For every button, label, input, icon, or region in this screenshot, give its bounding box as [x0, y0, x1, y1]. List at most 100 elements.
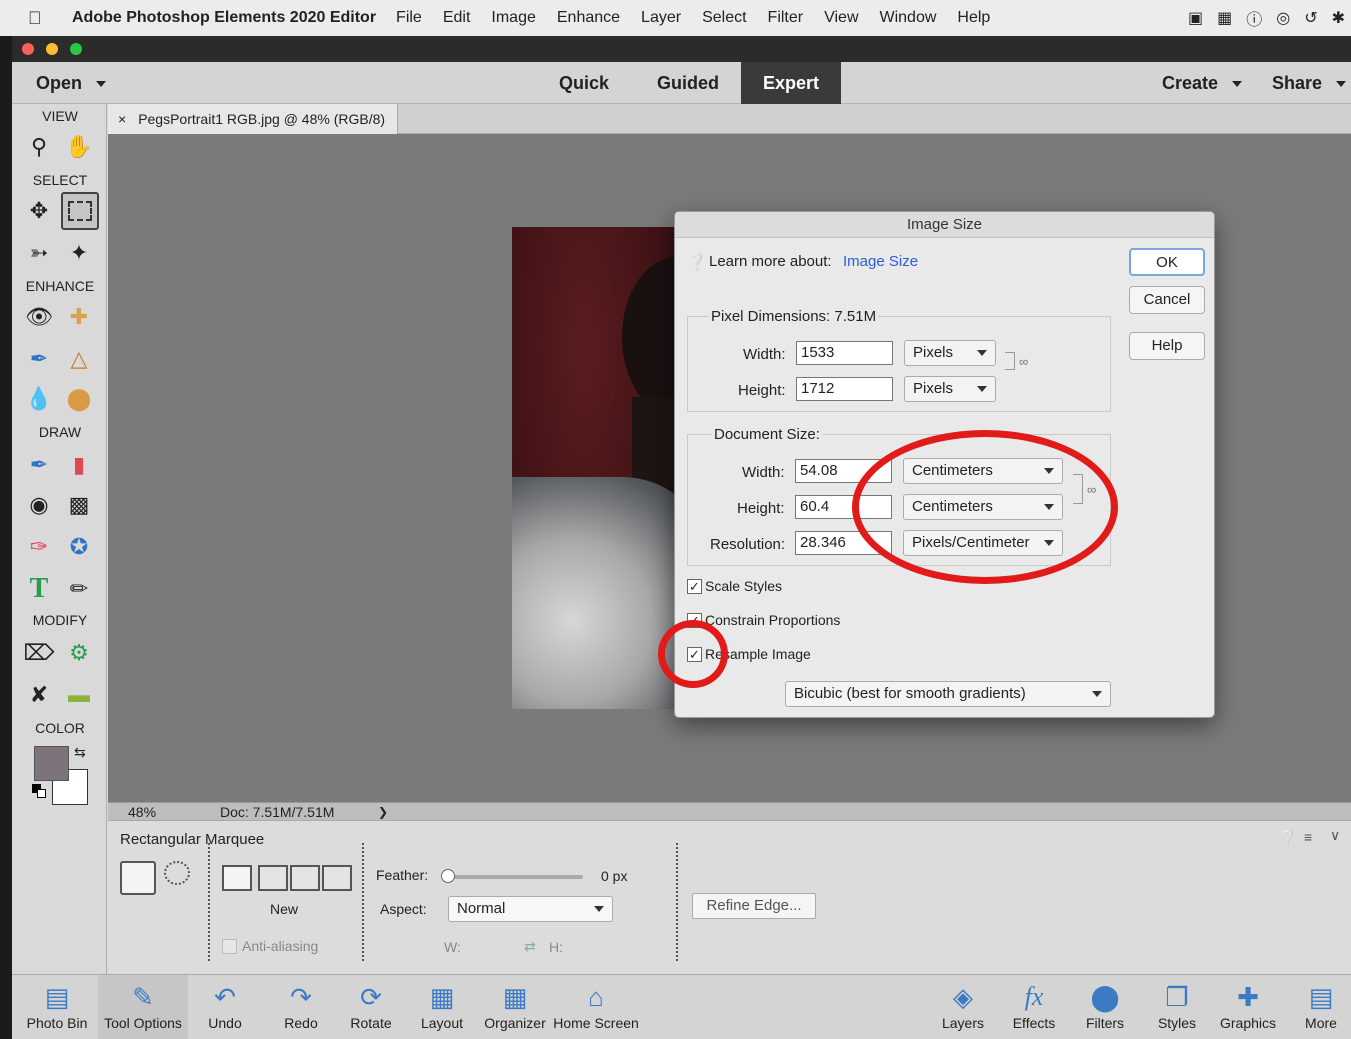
panel-menu-icon[interactable]: ≡ [1304, 829, 1312, 845]
move-tool-icon[interactable]: ✥ [20, 192, 58, 230]
feather-slider[interactable] [441, 869, 583, 883]
help-button[interactable]: Help [1129, 332, 1205, 360]
close-window-button[interactable] [22, 43, 34, 55]
menu-view[interactable]: View [824, 9, 858, 27]
red-eye-tool-icon[interactable]: 👁 [20, 298, 58, 336]
hand-tool-icon[interactable]: ✋ [60, 128, 98, 166]
anti-aliasing-checkbox[interactable] [222, 939, 237, 954]
menu-image[interactable]: Image [491, 9, 535, 27]
type-tool-icon[interactable]: T [20, 570, 58, 608]
recompose-tool-icon[interactable]: ⚙ [60, 634, 98, 672]
straighten-tool-icon[interactable]: ▬ [60, 676, 98, 714]
feather-slider-handle[interactable] [441, 869, 455, 883]
swap-wh-icon[interactable]: ⇄ [524, 938, 536, 955]
info-icon[interactable]: ⓘ [1246, 6, 1262, 30]
tab-expert[interactable]: Expert [741, 62, 842, 104]
undo-button[interactable]: ↶ Undo [198, 975, 252, 1039]
blur-tool-icon[interactable]: 💧 [20, 380, 58, 418]
doc-height-input[interactable]: 60.4 [795, 495, 892, 519]
clone-stamp-icon[interactable]: △ [60, 340, 98, 378]
px-width-unit-dropdown[interactable]: Pixels [904, 340, 996, 366]
home-screen-button[interactable]: ⌂ Home Screen [550, 975, 642, 1039]
refine-edge-button[interactable]: Refine Edge... [692, 893, 816, 919]
eraser-tool-icon[interactable]: ▮ [60, 446, 98, 484]
aspect-dropdown[interactable]: Normal [448, 896, 613, 922]
resample-image-checkbox[interactable]: ✓ [687, 647, 702, 662]
photo-bin-button[interactable]: ▤ Photo Bin [22, 975, 92, 1039]
zoom-window-button[interactable] [70, 43, 82, 55]
styles-button[interactable]: ❐ Styles [1150, 975, 1204, 1039]
menu-help[interactable]: Help [957, 9, 990, 27]
magic-wand-icon[interactable]: ✦ [60, 234, 98, 272]
help-icon[interactable]: ❔ [1278, 829, 1298, 849]
share-button[interactable]: Share [1272, 62, 1347, 104]
foreground-color-swatch[interactable] [34, 746, 69, 781]
resolution-input[interactable]: 28.346 [795, 531, 892, 555]
collapse-chevron-icon[interactable]: ∨ [1330, 827, 1340, 844]
filters-button[interactable]: ⬤ Filters [1078, 975, 1132, 1039]
doc-info[interactable]: Doc: 7.51M/7.51M [220, 803, 334, 821]
open-button[interactable]: Open [36, 62, 107, 104]
doc-width-input[interactable]: 54.08 [795, 459, 892, 483]
menu-enhance[interactable]: Enhance [557, 9, 620, 27]
custom-shape-icon[interactable]: ✪ [60, 528, 98, 566]
tab-quick[interactable]: Quick [559, 62, 609, 104]
smart-brush-icon[interactable]: ✒ [20, 340, 58, 378]
ok-button[interactable]: OK [1129, 248, 1205, 276]
paint-bucket-icon[interactable]: ◉ [20, 486, 58, 524]
rect-marquee-option-icon[interactable] [120, 861, 156, 895]
create-button[interactable]: Create [1162, 62, 1243, 104]
lasso-tool-icon[interactable]: ➳ [20, 234, 58, 272]
swap-colors-icon[interactable]: ⇆ [74, 744, 86, 761]
bluetooth-icon[interactable]: ✱ [1332, 8, 1345, 28]
crop-tool-icon[interactable]: ⌦ [20, 634, 58, 672]
tab-guided[interactable]: Guided [657, 62, 719, 104]
add-selection-icon[interactable] [258, 865, 288, 891]
spot-healing-icon[interactable]: ✚ [60, 298, 98, 336]
gradient-tool-icon[interactable]: ▩ [60, 486, 98, 524]
menu-select[interactable]: Select [702, 9, 746, 27]
new-selection-icon[interactable] [222, 865, 252, 891]
document-tab[interactable]: × PegsPortrait1 RGB.jpg @ 48% (RGB/8) [108, 104, 398, 134]
minimize-window-button[interactable] [46, 43, 58, 55]
image-size-help-link[interactable]: Image Size [843, 253, 918, 270]
redo-button[interactable]: ↷ Redo [274, 975, 328, 1039]
resample-method-dropdown[interactable]: Bicubic (best for smooth gradients) [785, 681, 1111, 707]
px-height-input[interactable]: 1712 [796, 377, 893, 401]
menu-filter[interactable]: Filter [768, 9, 804, 27]
apple-icon[interactable]:  [28, 8, 64, 29]
doc-height-unit-dropdown[interactable]: Centimeters [903, 494, 1063, 520]
menu-edit[interactable]: Edit [443, 9, 471, 27]
video-icon[interactable]: ▣ [1188, 8, 1203, 28]
layout-button[interactable]: ▦ Layout [415, 975, 469, 1039]
doc-width-unit-dropdown[interactable]: Centimeters [903, 458, 1063, 484]
sponge-tool-icon[interactable]: ⬤ [60, 380, 98, 418]
constrain-proportions-checkbox[interactable]: ✓ [687, 613, 702, 628]
menu-window[interactable]: Window [880, 9, 937, 27]
close-icon[interactable]: × [118, 111, 126, 127]
more-button[interactable]: ▤ More [1296, 975, 1346, 1039]
eyedropper-icon[interactable]: ✑ [20, 528, 58, 566]
time-machine-icon[interactable]: ↺ [1304, 8, 1317, 28]
cancel-button[interactable]: Cancel [1129, 286, 1205, 314]
app-status-icon[interactable]: ▦ [1217, 8, 1232, 28]
creative-cloud-icon[interactable]: ◎ [1276, 8, 1290, 28]
chevron-right-icon[interactable]: ❯ [378, 803, 388, 821]
pencil-tool-icon[interactable]: ✏ [60, 570, 98, 608]
intersect-selection-icon[interactable] [322, 865, 352, 891]
elliptical-marquee-icon[interactable] [164, 861, 190, 885]
zoom-level[interactable]: 48% [128, 803, 156, 821]
menu-layer[interactable]: Layer [641, 9, 681, 27]
content-aware-move-icon[interactable]: ✘ [20, 676, 58, 714]
scale-styles-checkbox[interactable]: ✓ [687, 579, 702, 594]
zoom-tool-icon[interactable]: ⚲ [20, 128, 58, 166]
px-height-unit-dropdown[interactable]: Pixels [904, 376, 996, 402]
tool-options-button[interactable]: ✎ Tool Options [98, 975, 188, 1039]
rectangular-marquee-icon[interactable] [61, 192, 99, 230]
effects-button[interactable]: fx Effects [1007, 975, 1061, 1039]
brush-tool-icon[interactable]: ✒ [20, 446, 58, 484]
organizer-button[interactable]: ▦ Organizer [480, 975, 550, 1039]
px-width-input[interactable]: 1533 [796, 341, 893, 365]
layers-button[interactable]: ◈ Layers [936, 975, 990, 1039]
subtract-selection-icon[interactable] [290, 865, 320, 891]
